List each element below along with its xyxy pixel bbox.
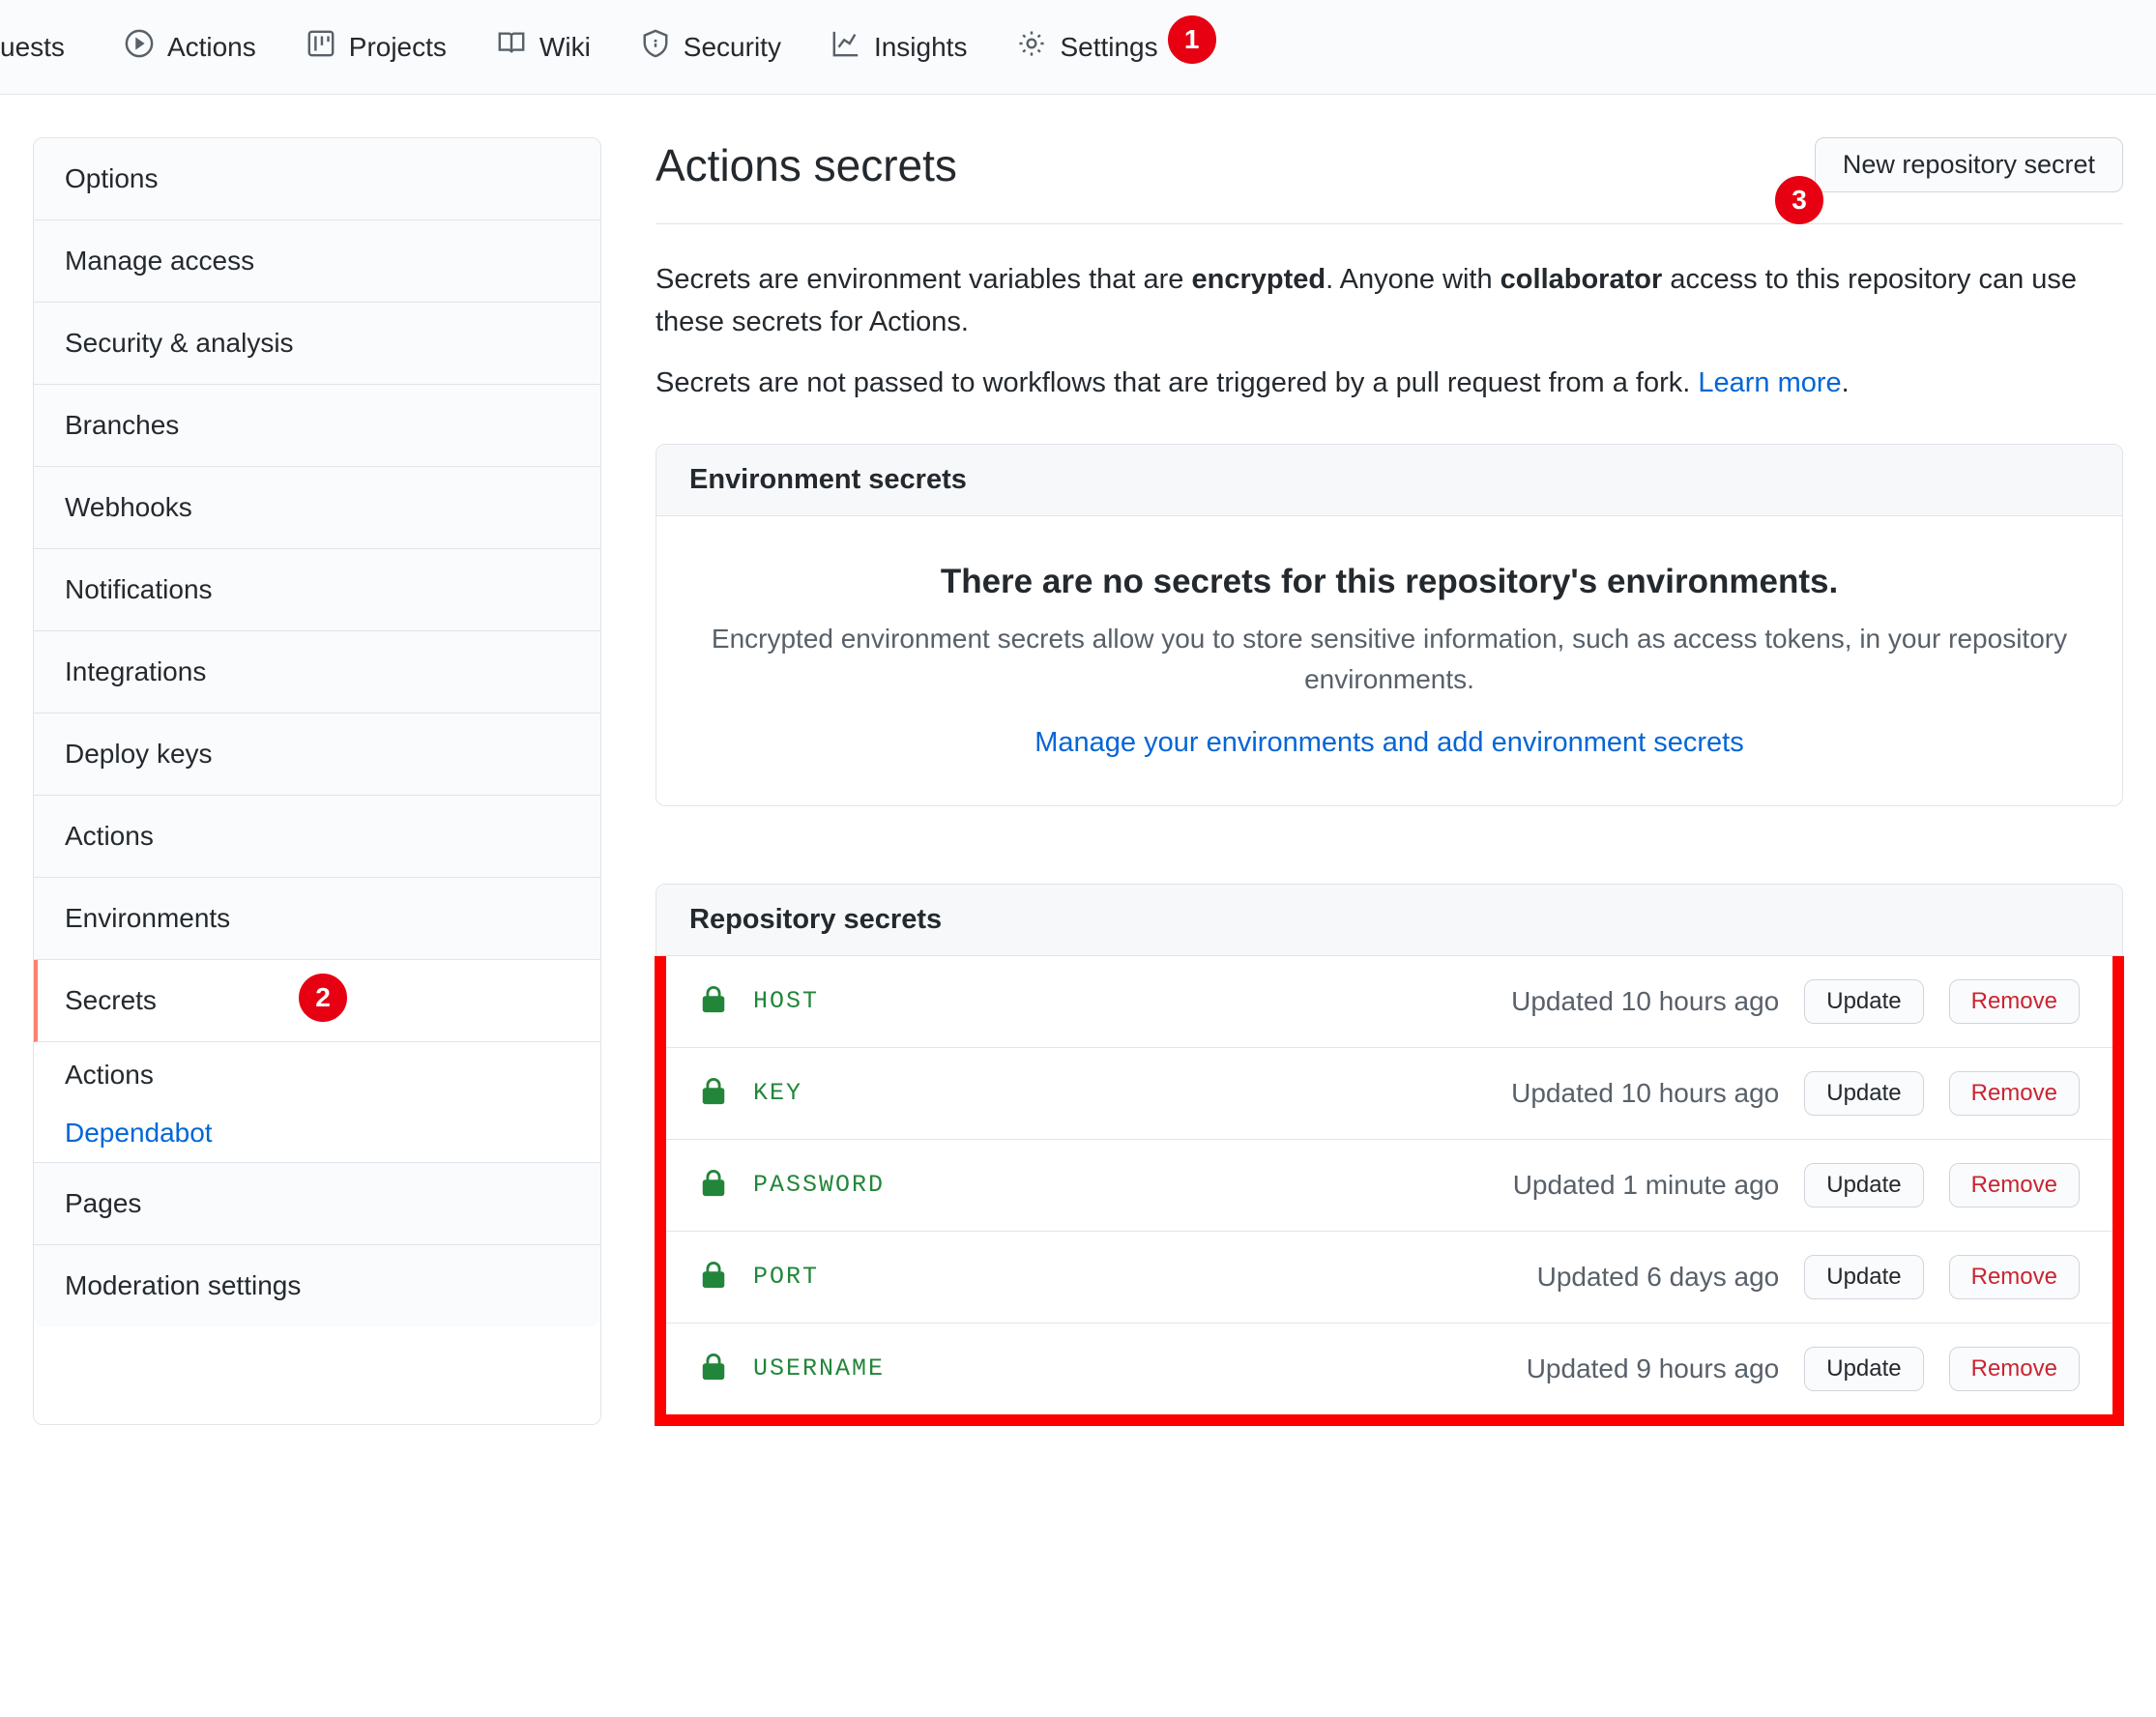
lock-icon: [699, 1077, 728, 1109]
sidebar-item-pages[interactable]: Pages: [34, 1163, 600, 1245]
annotation-circle-3: 3: [1775, 176, 1823, 224]
sidebar-sub-dependabot[interactable]: Dependabot: [34, 1118, 600, 1163]
remove-button[interactable]: Remove: [1949, 1255, 2080, 1299]
sidebar-item-moderation[interactable]: Moderation settings: [34, 1245, 600, 1326]
remove-button[interactable]: Remove: [1949, 979, 2080, 1024]
remove-button[interactable]: Remove: [1949, 1347, 2080, 1391]
tab-label: Projects: [349, 32, 447, 63]
tab-pull-requests-cutoff[interactable]: uests: [0, 32, 74, 63]
environment-secrets-box: Environment secrets There are no secrets…: [656, 444, 2123, 806]
lock-icon: [699, 1169, 728, 1201]
new-repository-secret-button[interactable]: New repository secret: [1815, 137, 2123, 192]
repo-tabs: uests Actions Projects Wiki Security Ins…: [0, 0, 2156, 95]
secret-updated: Updated 6 days ago: [1537, 1262, 1780, 1293]
tab-wiki[interactable]: Wiki: [497, 29, 591, 65]
sidebar-item-deploy-keys[interactable]: Deploy keys: [34, 713, 600, 796]
tab-actions[interactable]: Actions: [125, 29, 256, 65]
sidebar-item-notifications[interactable]: Notifications: [34, 549, 600, 631]
secret-row: PASSWORD Updated 1 minute ago Update Rem…: [666, 1140, 2112, 1232]
lock-icon: [699, 1261, 728, 1293]
manage-environments-link[interactable]: Manage your environments and add environ…: [1034, 727, 1743, 758]
shield-icon: [641, 29, 670, 65]
secret-row: HOST Updated 10 hours ago Update Remove: [666, 956, 2112, 1048]
update-button[interactable]: Update: [1804, 979, 1923, 1024]
lock-icon: [699, 1353, 728, 1384]
repository-secrets-list: HOST Updated 10 hours ago Update Remove …: [666, 956, 2112, 1414]
tab-label: Settings: [1060, 32, 1157, 63]
secret-updated: Updated 9 hours ago: [1527, 1353, 1780, 1384]
secret-name: USERNAME: [753, 1354, 1501, 1382]
repository-secrets-highlight: HOST Updated 10 hours ago Update Remove …: [655, 956, 2124, 1426]
update-button[interactable]: Update: [1804, 1255, 1923, 1299]
annotation-circle-2: 2: [299, 974, 347, 1022]
sidebar-item-manage-access[interactable]: Manage access: [34, 220, 600, 303]
secret-updated: Updated 10 hours ago: [1511, 986, 1779, 1017]
update-button[interactable]: Update: [1804, 1071, 1923, 1116]
sidebar-sub-actions[interactable]: Actions: [34, 1042, 600, 1118]
sidebar-item-security-analysis[interactable]: Security & analysis: [34, 303, 600, 385]
secrets-description-2: Secrets are not passed to workflows that…: [656, 363, 2123, 405]
secrets-description-1: Secrets are environment variables that a…: [656, 259, 2123, 343]
secret-row: USERNAME Updated 9 hours ago Update Remo…: [666, 1324, 2112, 1414]
tab-projects[interactable]: Projects: [306, 29, 447, 65]
remove-button[interactable]: Remove: [1949, 1163, 2080, 1208]
tab-insights[interactable]: Insights: [831, 29, 968, 65]
secret-name: PASSWORD: [753, 1171, 1488, 1199]
tab-label: Wiki: [539, 32, 591, 63]
secret-name: HOST: [753, 987, 1486, 1015]
annotation-circle-1: 1: [1168, 15, 1216, 64]
page-title: Actions secrets: [656, 139, 957, 191]
sidebar-item-branches[interactable]: Branches: [34, 385, 600, 467]
gear-icon: [1017, 29, 1046, 65]
tab-security[interactable]: Security: [641, 29, 781, 65]
sidebar-item-actions[interactable]: Actions: [34, 796, 600, 878]
secret-name: KEY: [753, 1079, 1486, 1107]
environment-secrets-header: Environment secrets: [656, 445, 2122, 516]
tab-settings[interactable]: Settings 1: [1017, 29, 1157, 65]
remove-button[interactable]: Remove: [1949, 1071, 2080, 1116]
settings-sidebar: Options Manage access Security & analysi…: [33, 137, 601, 1425]
sidebar-link-dependabot[interactable]: Dependabot: [65, 1118, 213, 1148]
secret-row: PORT Updated 6 days ago Update Remove: [666, 1232, 2112, 1324]
secret-name: PORT: [753, 1263, 1512, 1291]
lock-icon: [699, 985, 728, 1017]
main-content: Actions secrets New repository secret 3 …: [656, 137, 2156, 1425]
sidebar-item-secrets[interactable]: Secrets 2: [34, 960, 600, 1042]
graph-icon: [831, 29, 860, 65]
update-button[interactable]: Update: [1804, 1347, 1923, 1391]
learn-more-link[interactable]: Learn more: [1698, 367, 1841, 398]
sidebar-item-integrations[interactable]: Integrations: [34, 631, 600, 713]
env-empty-desc: Encrypted environment secrets allow you …: [695, 619, 2083, 700]
project-icon: [306, 29, 335, 65]
secret-updated: Updated 10 hours ago: [1511, 1078, 1779, 1109]
secret-row: KEY Updated 10 hours ago Update Remove: [666, 1048, 2112, 1140]
secret-updated: Updated 1 minute ago: [1513, 1170, 1780, 1201]
sidebar-item-webhooks[interactable]: Webhooks: [34, 467, 600, 549]
play-icon: [125, 29, 154, 65]
tab-label: Actions: [167, 32, 256, 63]
env-empty-title: There are no secrets for this repository…: [695, 563, 2083, 601]
repository-secrets-header: Repository secrets: [656, 885, 2122, 956]
sidebar-item-environments[interactable]: Environments: [34, 878, 600, 960]
sidebar-item-options[interactable]: Options: [34, 138, 600, 220]
repository-secrets-box: Repository secrets HOST Updated 10 hours…: [656, 884, 2123, 1425]
tab-label: Security: [684, 32, 781, 63]
book-icon: [497, 29, 526, 65]
update-button[interactable]: Update: [1804, 1163, 1923, 1208]
tab-label: Insights: [874, 32, 968, 63]
